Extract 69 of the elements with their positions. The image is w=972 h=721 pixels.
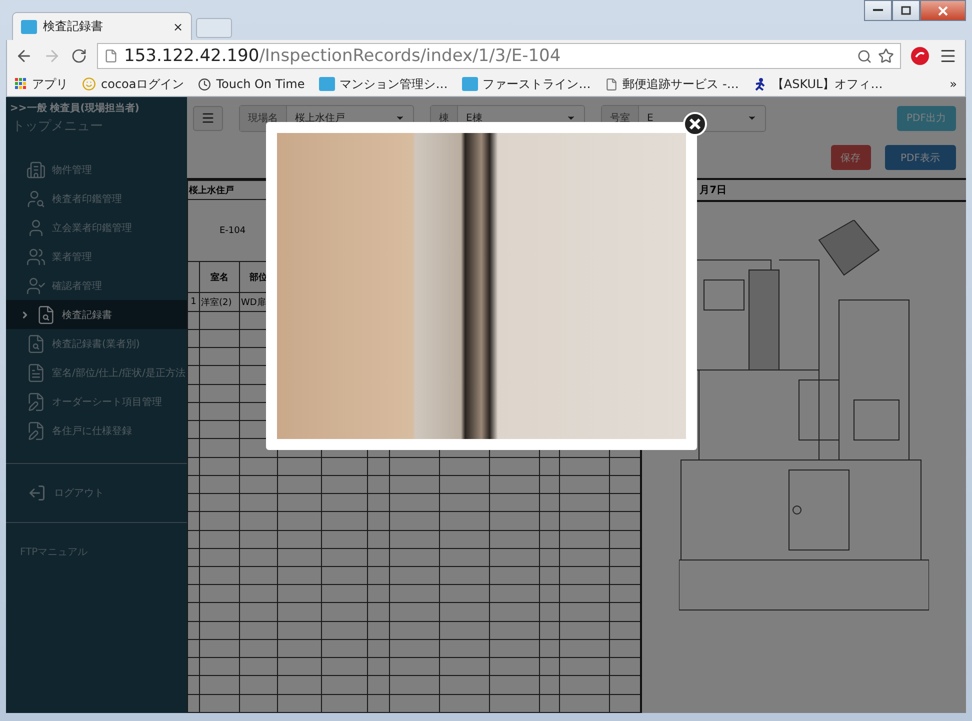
apps-grid-icon: [15, 78, 27, 90]
logo-icon: [21, 20, 37, 34]
logout-icon: [28, 484, 46, 502]
close-icon[interactable]: [683, 112, 707, 136]
inspection-date: 月7日: [700, 184, 727, 197]
menu-item[interactable]: 室名/部位/仕上/症状/是正方法: [6, 358, 187, 387]
bookmark-link[interactable]: マンション管理シ…: [318, 76, 448, 92]
row-number: 1: [190, 297, 196, 308]
bookmark-link[interactable]: ファーストライン…: [462, 76, 591, 92]
menu-item[interactable]: 立会業者印鑑管理: [6, 213, 187, 242]
maximize-icon: [901, 6, 911, 15]
maximize-button[interactable]: [892, 0, 920, 21]
close-button[interactable]: [920, 0, 966, 21]
chevron-icon: [20, 310, 30, 320]
browser-tab[interactable]: 検査記録書 ×: [12, 12, 192, 40]
more-bookmarks-button[interactable]: »: [950, 77, 957, 91]
address-field[interactable]: 153.122.42.190/InspectionRecords/index/1/3/E-104: [97, 43, 901, 69]
pdf-view-button[interactable]: PDF表示: [884, 145, 956, 170]
table-cell: 洋室(2): [201, 298, 232, 308]
menu-icon[interactable]: [939, 47, 957, 65]
menu-icon: [201, 111, 215, 125]
table-cell: WD扉: [241, 298, 266, 308]
back-icon[interactable]: [15, 47, 33, 65]
minimize-button[interactable]: [864, 0, 892, 21]
page-icon: [104, 49, 118, 63]
document-search-icon: [26, 334, 46, 354]
extension-icon[interactable]: [911, 47, 929, 65]
bookmark-link[interactable]: cocoaログイン: [82, 76, 184, 92]
search-icon[interactable]: [857, 48, 872, 64]
menu-item[interactable]: 検査者印鑑管理: [6, 184, 187, 213]
minimize-icon: [873, 8, 883, 12]
menu-item[interactable]: 検査記録書: [6, 300, 187, 329]
menu-item[interactable]: 物件管理: [6, 155, 187, 184]
document-edit-icon: [26, 392, 46, 412]
building-icon: [26, 160, 46, 180]
bookmark-link[interactable]: 【ASKUL】オフィ…: [752, 76, 883, 92]
clock-icon: [198, 78, 212, 90]
close-icon: [938, 6, 948, 16]
page-icon: [604, 78, 618, 90]
user-role: >>一般 検査員(現場担当者): [9, 102, 140, 115]
menu-item[interactable]: 確認者管理: [6, 271, 187, 300]
tab-close-button[interactable]: ×: [172, 20, 183, 34]
url-text: 153.122.42.190/InspectionRecords/index/1/3/E-104: [124, 46, 562, 66]
menu-item[interactable]: 業者管理: [6, 242, 187, 271]
reload-icon[interactable]: [71, 48, 87, 64]
logout-link[interactable]: ログアウト: [6, 482, 187, 504]
bookmark-link[interactable]: 郵便追跡サービス -…: [604, 76, 739, 92]
logo-icon: [318, 77, 335, 91]
site-name: 桜上水住戸: [189, 186, 234, 196]
bookmark-link[interactable]: アプリ: [15, 76, 68, 92]
runner-icon: [752, 77, 767, 91]
menu-button[interactable]: [193, 106, 223, 130]
smiley-icon: [82, 77, 96, 91]
person-search-icon: [26, 188, 46, 208]
tab-title: 検査記録書: [43, 18, 104, 35]
people-icon: [26, 246, 46, 266]
logo-icon: [462, 77, 478, 91]
document-icon: [26, 362, 46, 382]
unit-number: E-104: [219, 226, 246, 236]
menu-item[interactable]: 各住戸に仕様登録: [6, 416, 187, 445]
menu-item[interactable]: オーダーシート項目管理: [6, 387, 187, 416]
menu-item[interactable]: 検査記録書(業者別): [6, 329, 187, 358]
document-edit-icon: [26, 420, 46, 440]
star-icon[interactable]: [878, 48, 894, 64]
document-search-icon: [36, 304, 56, 324]
bookmark-link[interactable]: Touch On Time: [198, 77, 305, 91]
save-button[interactable]: 保存: [830, 145, 871, 170]
column-header: 室名: [210, 272, 228, 283]
person-check-icon: [26, 276, 46, 296]
